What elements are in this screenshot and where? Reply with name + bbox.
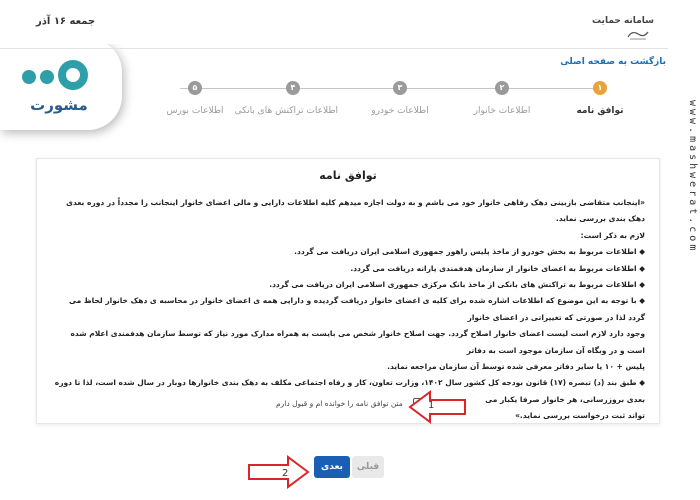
- system-title: سامانه حمایت: [592, 16, 654, 26]
- agreement-title: توافق نامه: [319, 169, 377, 182]
- logo-wordmark: مشورت: [30, 96, 88, 114]
- left-arrow-icon: [408, 390, 466, 424]
- progress-stepper: ۵ اطلاعات بورس ۴ اطلاعات تراکنش های بانک…: [150, 80, 624, 120]
- step-number: ۴: [286, 81, 300, 95]
- nav-bar: بازگشت به صفحه اصلی: [0, 48, 668, 72]
- agreement-line: ◆ اطلاعات مربوط به اعضای خانوار از سازما…: [350, 263, 645, 273]
- step-label: توافق نامه: [576, 106, 624, 116]
- next-button[interactable]: بعدی: [314, 456, 350, 478]
- agreement-text: «اینجانب متقاضی بازبینی دهک رفاهی خانوار…: [51, 195, 645, 425]
- step-label: اطلاعات خانوار: [473, 106, 531, 116]
- agreement-line: ◆ با توجه به این موضوع که اطلاعات اشاره …: [69, 296, 645, 322]
- step-label: اطلاعات تراکنش های بانکی: [234, 106, 338, 116]
- step-bank-transactions[interactable]: ۴ اطلاعات تراکنش های بانکی: [234, 80, 338, 116]
- step-number: ۵: [188, 81, 202, 95]
- agreement-line: لازم به ذکر است:: [580, 230, 645, 240]
- step-label: اطلاعات بورس: [166, 106, 224, 116]
- top-header: جمعه ۱۶ آذر سامانه حمایت: [0, 0, 668, 44]
- annotation-number: 1: [428, 400, 435, 411]
- back-to-home-link[interactable]: بازگشت به صفحه اصلی: [560, 57, 666, 67]
- step-household-info[interactable]: ۲ اطلاعات خانوار: [457, 80, 547, 116]
- annotation-number: 2: [282, 468, 289, 479]
- site-watermark: www.mashwerat.com: [687, 100, 698, 254]
- agreement-line: پلیس + ۱۰ یا سایر دفاتر معرفی شده توسط آ…: [387, 362, 645, 372]
- agreement-checkbox-label[interactable]: متن توافق نامه را خوانده ام و قبول دارم: [276, 399, 403, 408]
- step-label: اطلاعات خودرو: [371, 106, 429, 116]
- right-arrow-icon: [248, 455, 310, 489]
- agreement-line: «اینجانب متقاضی بازبینی دهک رفاهی خانوار…: [66, 198, 645, 224]
- agreement-panel: توافق نامه «اینجانب متقاضی بازبینی دهک ر…: [36, 158, 660, 424]
- agreement-line: ◆ اطلاعات مربوط به تراکنش های بانکی از م…: [269, 280, 645, 290]
- step-number: ۱: [593, 81, 607, 95]
- step-vehicle-info[interactable]: ۳ اطلاعات خودرو: [355, 80, 445, 116]
- agreement-line: وجود دارد لازم است لیست اعضای خانوار اصل…: [70, 329, 645, 355]
- annotation-arrow-1: 1: [408, 390, 468, 428]
- emblem-icon: [626, 28, 650, 40]
- step-stock-info[interactable]: ۵ اطلاعات بورس: [150, 80, 240, 116]
- step-agreement[interactable]: ۱ توافق نامه: [555, 80, 645, 116]
- previous-button[interactable]: قبلی: [352, 456, 384, 478]
- step-number: ۳: [393, 81, 407, 95]
- step-number: ۲: [495, 81, 509, 95]
- agreement-line: تواند ثبت درخواست بررسی نماید.»: [515, 411, 645, 421]
- agreement-line: ◆ اطلاعات مربوط به بخش خودرو از ماخذ پلی…: [294, 247, 645, 257]
- header-date: جمعه ۱۶ آذر: [36, 16, 96, 27]
- annotation-arrow-2: 2: [246, 455, 310, 493]
- agreement-checkbox-row: متن توافق نامه را خوانده ام و قبول دارم: [276, 398, 424, 409]
